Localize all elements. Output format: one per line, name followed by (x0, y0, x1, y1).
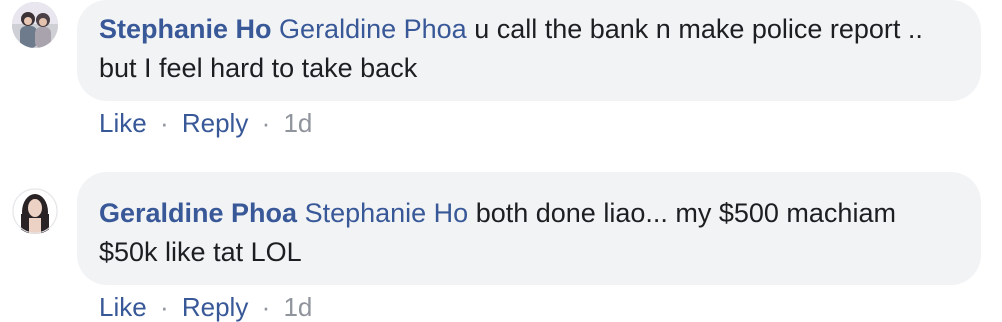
avatar[interactable] (12, 2, 58, 48)
separator: · (261, 108, 271, 138)
profile-photo-icon (12, 2, 58, 48)
avatar[interactable] (12, 188, 58, 234)
timestamp[interactable]: 1d (283, 108, 312, 138)
reply-button[interactable]: Reply (182, 292, 248, 322)
profile-photo-icon (12, 188, 58, 234)
comment-actions: Like · Reply · 1d (99, 292, 312, 322)
reply-button[interactable]: Reply (182, 108, 248, 138)
separator: · (261, 292, 271, 322)
mention-link[interactable]: Geraldine Phoa (279, 14, 467, 44)
comment-bubble: Geraldine Phoa Stephanie Ho both done li… (77, 172, 981, 285)
comment-author[interactable]: Geraldine Phoa (99, 198, 297, 228)
separator: · (159, 108, 169, 138)
like-button[interactable]: Like (99, 108, 147, 138)
separator: · (159, 292, 169, 322)
comment-bubble: Stephanie Ho Geraldine Phoa u call the b… (77, 0, 981, 101)
mention-link[interactable]: Stephanie Ho (305, 198, 469, 228)
comment-actions: Like · Reply · 1d (99, 108, 312, 138)
comment-author[interactable]: Stephanie Ho (99, 14, 272, 44)
timestamp[interactable]: 1d (283, 292, 312, 322)
like-button[interactable]: Like (99, 292, 147, 322)
